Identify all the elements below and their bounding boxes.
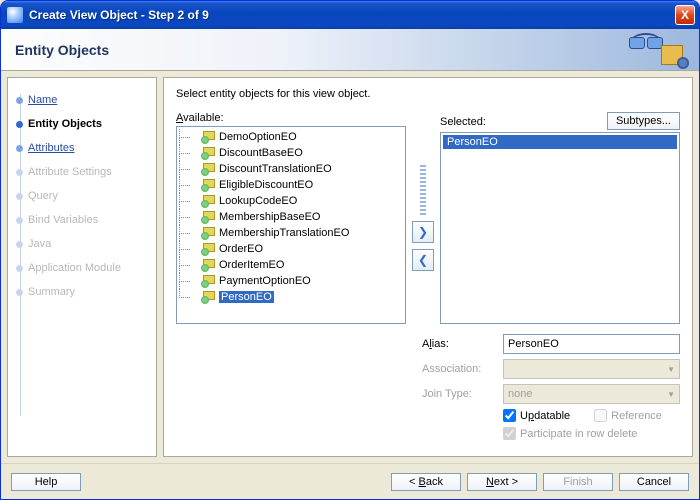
list-item-label: DemoOptionEO xyxy=(219,131,297,143)
entity-object-icon xyxy=(201,275,215,287)
wizard-body: Name Entity Objects Attributes Attribute… xyxy=(1,71,699,463)
step-application-module: Application Module xyxy=(28,256,150,280)
close-button[interactable]: X xyxy=(675,5,695,25)
entity-object-icon xyxy=(201,243,215,255)
add-button[interactable]: ❯ xyxy=(412,221,434,243)
step-java: Java xyxy=(28,232,150,256)
join-type-select: none▼ xyxy=(503,384,680,404)
wizard-footer: Help < Back Next > Finish Cancel xyxy=(1,463,699,499)
entity-object-icon xyxy=(201,227,215,239)
available-label: Available: xyxy=(176,112,406,124)
list-item[interactable]: LookupCodeEO xyxy=(179,193,403,209)
list-item[interactable]: MembershipTranslationEO xyxy=(179,225,403,241)
step-entity-objects[interactable]: Entity Objects xyxy=(28,112,150,136)
list-item-label: LookupCodeEO xyxy=(219,195,297,207)
reference-checkbox-input xyxy=(594,409,607,422)
shuttle-grip-icon xyxy=(420,165,426,215)
form-grid: Alias: Association: ▼ Join Type: none▼ U… xyxy=(422,334,680,440)
entity-object-icon xyxy=(201,147,215,159)
list-item[interactable]: MembershipBaseEO xyxy=(179,209,403,225)
instruction-text: Select entity objects for this view obje… xyxy=(176,88,680,100)
remove-button[interactable]: ❮ xyxy=(412,249,434,271)
list-item[interactable]: DiscountBaseEO xyxy=(179,145,403,161)
list-item[interactable]: PaymentOptionEO xyxy=(179,273,403,289)
list-item-label: EligibleDiscountEO xyxy=(219,179,313,191)
reference-checkbox: Reference xyxy=(594,409,662,422)
list-item[interactable]: OrderEO xyxy=(179,241,403,257)
window-title: Create View Object - Step 2 of 9 xyxy=(29,8,675,22)
shuttle-controls: ❯ ❮ xyxy=(408,112,438,324)
chevron-left-icon: ❮ xyxy=(418,253,428,267)
header-graphic xyxy=(629,31,689,69)
step-query: Query xyxy=(28,184,150,208)
chevron-down-icon: ▼ xyxy=(667,390,675,399)
list-item-label: PersonEO xyxy=(219,291,274,303)
step-name[interactable]: Name xyxy=(28,88,150,112)
list-item[interactable]: OrderItemEO xyxy=(179,257,403,273)
step-sidebar: Name Entity Objects Attributes Attribute… xyxy=(7,77,157,457)
help-button[interactable]: Help xyxy=(11,473,81,491)
list-item-label: MembershipTranslationEO xyxy=(219,227,349,239)
titlebar[interactable]: Create View Object - Step 2 of 9 X xyxy=(1,1,699,29)
step-bind-variables: Bind Variables xyxy=(28,208,150,232)
list-item-label: PaymentOptionEO xyxy=(219,275,311,287)
list-item[interactable]: EligibleDiscountEO xyxy=(179,177,403,193)
list-item-label: DiscountTranslationEO xyxy=(219,163,332,175)
available-column: Available: DemoOptionEO DiscountBaseEO Dis… xyxy=(176,112,406,324)
step-summary: Summary xyxy=(28,280,150,304)
chevron-down-icon: ▼ xyxy=(667,365,675,374)
page-title: Entity Objects xyxy=(15,42,109,58)
list-item-label: DiscountBaseEO xyxy=(219,147,303,159)
cancel-button[interactable]: Cancel xyxy=(619,473,689,491)
list-item[interactable]: PersonEO xyxy=(443,135,677,149)
finish-button: Finish xyxy=(543,473,613,491)
list-item-label: OrderEO xyxy=(219,243,263,255)
selected-listbox[interactable]: PersonEO xyxy=(440,132,680,324)
list-item[interactable]: DiscountTranslationEO xyxy=(179,161,403,177)
association-label: Association: xyxy=(422,363,497,375)
list-item-label: MembershipBaseEO xyxy=(219,211,321,223)
list-item-label: OrderItemEO xyxy=(219,259,284,271)
wizard-window: Create View Object - Step 2 of 9 X Entit… xyxy=(0,0,700,500)
alias-input[interactable] xyxy=(503,334,680,354)
association-select: ▼ xyxy=(503,359,680,379)
updatable-checkbox-input[interactable] xyxy=(503,409,516,422)
entity-object-icon xyxy=(201,179,215,191)
wizard-content: Select entity objects for this view obje… xyxy=(163,77,693,457)
entity-object-icon xyxy=(201,163,215,175)
entity-object-icon xyxy=(201,291,215,303)
selected-label: Selected: xyxy=(440,116,486,128)
step-attributes[interactable]: Attributes xyxy=(28,136,150,160)
entity-object-icon xyxy=(201,211,215,223)
participate-checkbox-input xyxy=(503,427,516,440)
participate-checkbox-label: Participate in row delete xyxy=(520,428,637,440)
participate-checkbox: Participate in row delete xyxy=(503,427,637,440)
join-type-label: Join Type: xyxy=(422,388,497,400)
entity-object-icon xyxy=(201,131,215,143)
list-item[interactable]: DemoOptionEO xyxy=(179,129,403,145)
shuttle-row: Available: DemoOptionEO DiscountBaseEO Dis… xyxy=(176,112,680,324)
app-icon xyxy=(7,7,23,23)
chevron-right-icon: ❯ xyxy=(418,225,428,239)
selected-column: Selected: Subtypes... PersonEO xyxy=(440,112,680,324)
step-attribute-settings: Attribute Settings xyxy=(28,160,150,184)
available-listbox[interactable]: DemoOptionEO DiscountBaseEO DiscountTransl… xyxy=(176,126,406,324)
reference-checkbox-label: Reference xyxy=(611,410,662,422)
subtypes-button[interactable]: Subtypes... xyxy=(607,112,680,130)
next-button[interactable]: Next > xyxy=(467,473,537,491)
updatable-checkbox[interactable]: Updatable xyxy=(503,409,570,422)
wizard-header: Entity Objects xyxy=(1,29,699,71)
entity-object-icon xyxy=(201,259,215,271)
entity-object-icon xyxy=(201,195,215,207)
updatable-checkbox-label: Updatable xyxy=(520,410,570,422)
alias-label: Alias: xyxy=(422,338,497,350)
back-button[interactable]: < Back xyxy=(391,473,461,491)
list-item[interactable]: PersonEO xyxy=(179,289,403,305)
